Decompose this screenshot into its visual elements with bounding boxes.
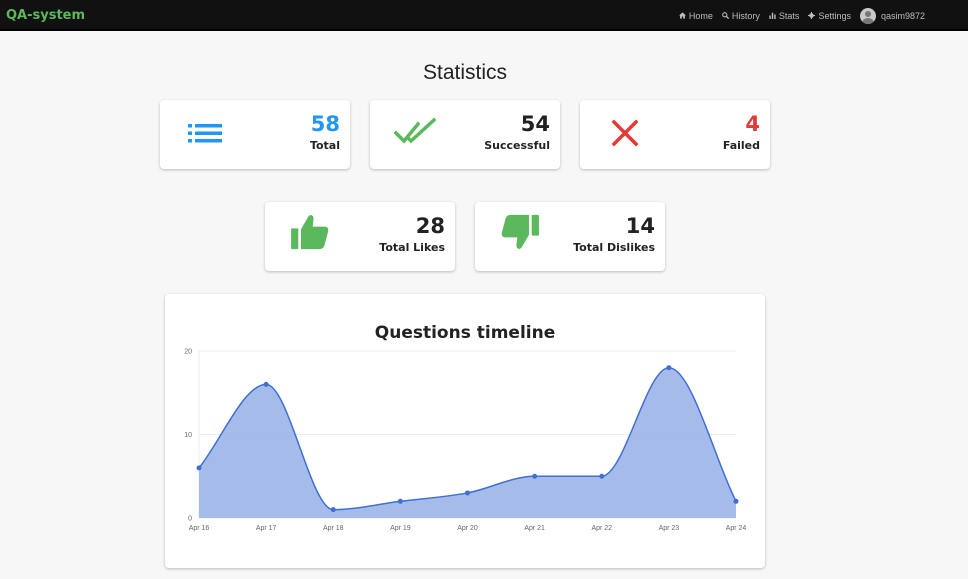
x-tick-label: Apr 18 [323,525,344,532]
thumbs-down-icon [501,214,539,249]
stat-dislikes-value: 14 [625,214,655,238]
data-point [263,381,269,387]
stat-card-likes: 28 Total Likes [265,202,455,271]
x-tick-label: Apr 24 [726,525,747,532]
data-point [599,473,605,479]
list-icon [188,124,222,143]
y-tick-label: 10 [184,432,192,439]
x-tick-label: Apr 22 [591,525,612,532]
stat-successful-value: 54 [520,112,550,136]
nav-history-label: History [731,10,760,21]
double-check-icon [394,117,436,144]
y-tick-label: 0 [188,516,192,523]
nav-menu: Home History Stats Settings qasim9872 [678,0,925,31]
chart-card: Questions timeline 0 10 20 Apr 16 Apr 17 Apr … [165,294,765,568]
nav-settings[interactable]: Settings [808,11,851,21]
questions-timeline-chart: 0 10 20 Apr 16 Apr 17 Apr 18 Apr 19 Apr 20 Apr 2… [184,349,747,533]
data-point [733,498,739,504]
nav-stats-label: Stats [778,10,800,21]
stat-card-successful: 54 Successful [370,100,560,169]
x-tick-label: Apr 23 [659,525,680,532]
stat-card-dislikes: 14 Total Dislikes [475,202,665,271]
avatar [859,7,876,24]
x-tick-label: Apr 21 [524,525,545,532]
x-tick-label: Apr 20 [457,525,478,532]
bar-chart-icon [769,12,776,19]
data-point [330,507,336,513]
stat-successful-label: Successful [484,139,550,152]
brand-logo[interactable]: QA-system [6,8,85,23]
stat-failed-label: Failed [722,139,760,152]
stat-card-total: 58 Total [160,100,350,169]
stat-total-value: 58 [310,112,340,136]
nav-user-menu[interactable]: qasim9872 [859,7,925,24]
stat-dislikes-label: Total Dislikes [573,241,655,254]
series-area [199,367,736,518]
data-point [397,498,403,504]
x-tick-label: Apr 17 [256,525,277,532]
search-icon [722,12,729,19]
nav-home[interactable]: Home [678,10,713,21]
y-tick-label: 20 [184,349,192,356]
cross-icon [611,119,639,147]
data-point [666,365,672,371]
nav-history[interactable]: History [722,11,760,21]
stat-total-label: Total [309,139,340,152]
x-tick-label: Apr 16 [189,525,210,532]
username: qasim9872 [880,10,925,21]
data-point [465,490,470,496]
home-icon [678,12,686,19]
nav-settings-label: Settings [818,10,851,21]
page-title: Statistics [422,61,508,84]
stat-failed-value: 4 [745,112,760,136]
data-point [532,473,538,479]
x-tick-label: Apr 19 [390,525,411,532]
nav-home-label: Home [688,10,713,21]
stat-likes-label: Total Likes [379,241,445,254]
gear-icon [808,12,816,19]
nav-stats[interactable]: Stats [769,10,800,21]
thumbs-up-icon [291,215,329,250]
navbar: QA-system Home History Stats Settings qa… [0,0,968,31]
data-point [196,465,202,471]
stat-likes-value: 28 [415,214,445,238]
stat-card-failed: 4 Failed [580,100,770,169]
